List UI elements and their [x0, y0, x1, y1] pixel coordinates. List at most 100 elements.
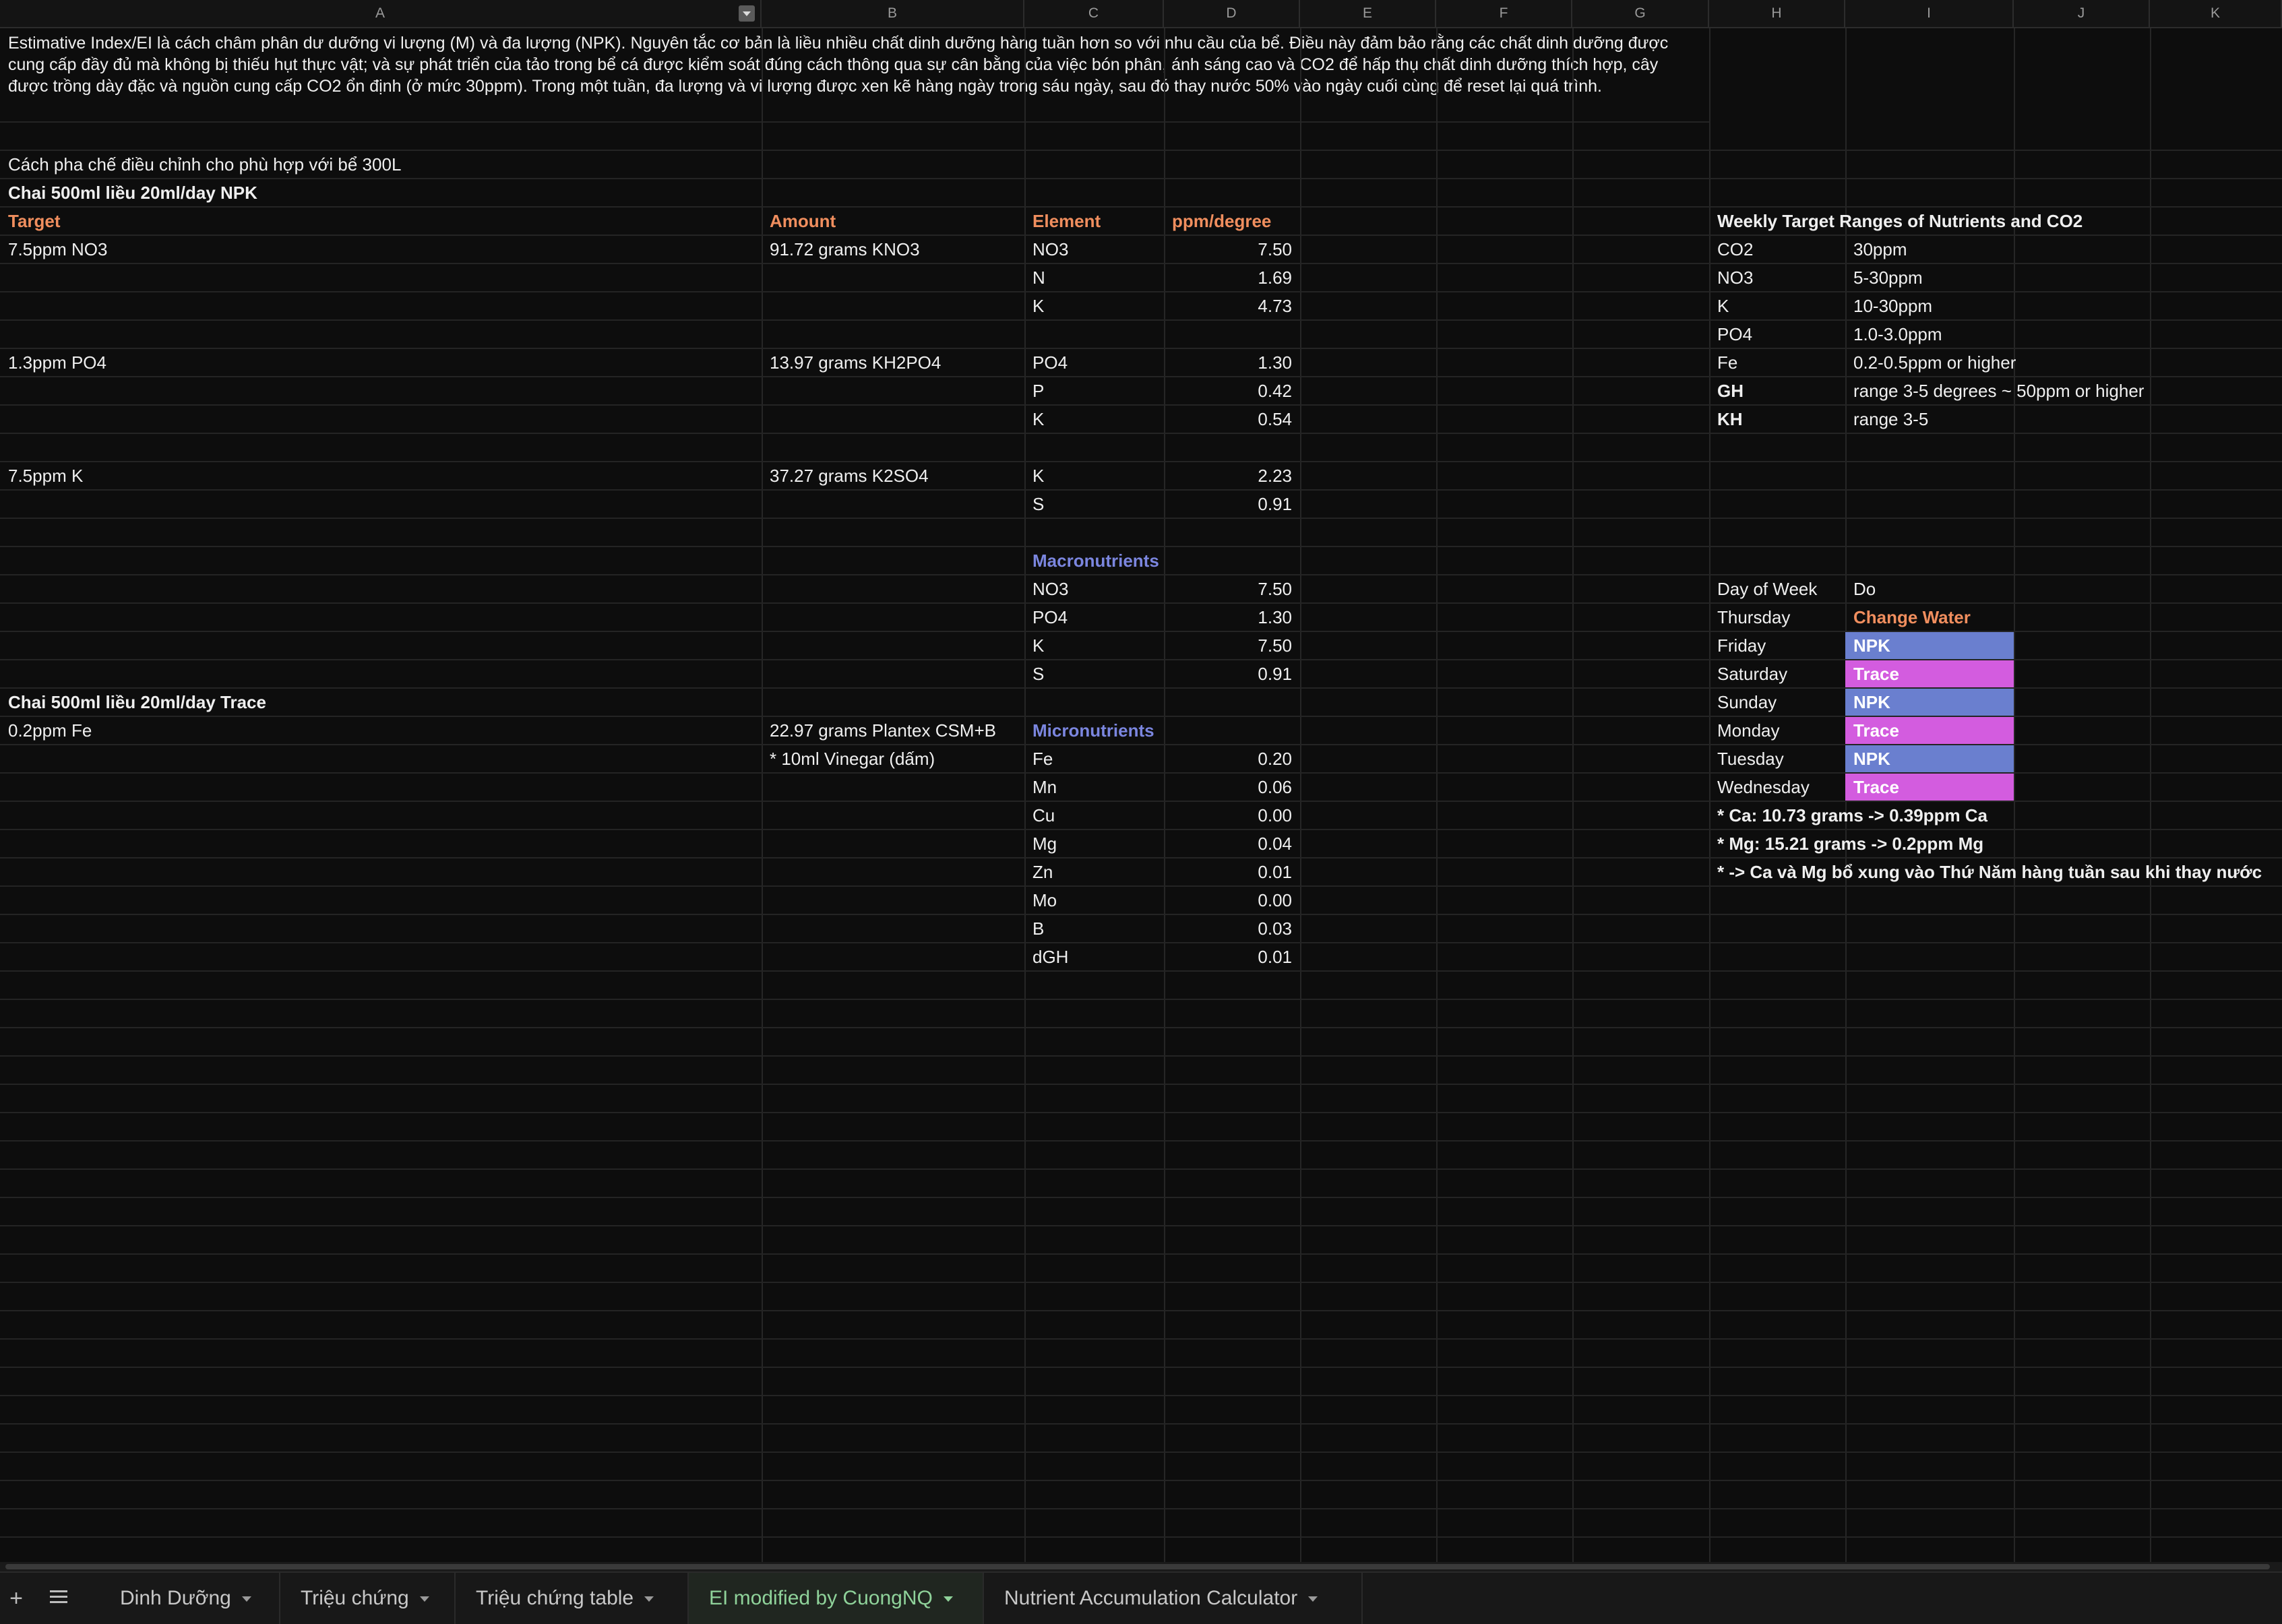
cell[interactable] [0, 123, 762, 150]
chevron-down-icon[interactable] [419, 1596, 429, 1602]
header-target[interactable]: Target [0, 208, 762, 235]
schedule-day[interactable]: Friday [1709, 632, 1845, 659]
element-name[interactable]: K [1024, 462, 1164, 489]
micro-element-name[interactable]: Mo [1024, 887, 1164, 914]
element-name[interactable]: PO4 [1024, 349, 1164, 376]
micro-element-value[interactable]: 0.00 [1164, 887, 1300, 914]
weekly-target-value[interactable]: 30ppm [1845, 236, 2150, 263]
target-po4[interactable]: 1.3ppm PO4 [0, 349, 762, 376]
column-header-h[interactable]: H [1709, 0, 1845, 27]
element-value[interactable]: 2.23 [1164, 462, 1300, 489]
micro-element-name[interactable]: Zn [1024, 858, 1164, 885]
weekly-target-key[interactable]: PO4 [1709, 321, 1845, 348]
micro-element-value[interactable]: 0.01 [1164, 858, 1300, 885]
schedule-day[interactable]: Monday [1709, 717, 1845, 744]
schedule-header-day[interactable]: Day of Week [1709, 575, 1845, 602]
column-header-k[interactable]: K [2150, 0, 2282, 27]
macro-element-name[interactable]: S [1024, 660, 1164, 687]
element-value[interactable]: 4.73 [1164, 292, 1300, 319]
weekly-target-value[interactable]: 1.0-3.0ppm [1845, 321, 2150, 348]
weekly-target-key[interactable]: NO3 [1709, 264, 1845, 291]
micro-element-value[interactable]: 0.04 [1164, 830, 1300, 857]
weekly-target-value[interactable]: range 3-5 [1845, 406, 2150, 433]
element-value[interactable]: 0.42 [1164, 377, 1300, 404]
macro-element-name[interactable]: NO3 [1024, 575, 1164, 602]
weekly-targets-title[interactable]: Weekly Target Ranges of Nutrients and CO… [1709, 208, 2150, 235]
chevron-down-icon[interactable] [241, 1596, 251, 1602]
schedule-action[interactable]: Trace [1845, 774, 2014, 801]
amount-kno3[interactable]: 91.72 grams KNO3 [762, 236, 1024, 263]
macro-element-name[interactable]: K [1024, 632, 1164, 659]
macronutrients-label[interactable]: Macronutrients [1024, 547, 1300, 574]
element-value[interactable]: 1.69 [1164, 264, 1300, 291]
chevron-down-icon[interactable] [943, 1596, 953, 1602]
schedule-action[interactable]: Trace [1845, 717, 2014, 744]
micro-element-name[interactable]: Cu [1024, 802, 1164, 829]
schedule-action[interactable]: NPK [1845, 745, 2014, 772]
column-header-d[interactable]: D [1164, 0, 1300, 27]
macro-element-name[interactable]: PO4 [1024, 604, 1164, 631]
npk-bottle-header[interactable]: Chai 500ml liều 20ml/day NPK [0, 179, 1024, 206]
element-name[interactable]: P [1024, 377, 1164, 404]
sheet-tab[interactable]: Dinh Dưỡng [100, 1573, 280, 1624]
horizontal-scrollbar[interactable] [0, 1562, 2282, 1571]
schedule-day[interactable]: Saturday [1709, 660, 1845, 687]
header-element[interactable]: Element [1024, 208, 1164, 235]
sheet-tab[interactable]: Nutrient Accumulation Calculator [984, 1573, 1363, 1624]
header-amount[interactable]: Amount [762, 208, 1024, 235]
trace-bottle-header[interactable]: Chai 500ml liều 20ml/day Trace [0, 689, 1024, 716]
column-header-b[interactable]: B [762, 0, 1024, 27]
element-value[interactable]: 0.91 [1164, 491, 1300, 518]
schedule-day[interactable]: Wednesday [1709, 774, 1845, 801]
schedule-note[interactable]: * Mg: 15.21 grams -> 0.2ppm Mg [1709, 830, 2282, 857]
weekly-target-key[interactable]: CO2 [1709, 236, 1845, 263]
schedule-action[interactable]: NPK [1845, 689, 2014, 716]
schedule-day[interactable]: Sunday [1709, 689, 1845, 716]
schedule-action[interactable]: Change Water [1845, 604, 2014, 631]
amount-vinegar-note[interactable]: * 10ml Vinegar (dấm) [762, 745, 1024, 772]
element-value[interactable]: 7.50 [1164, 236, 1300, 263]
element-value[interactable]: 1.30 [1164, 349, 1300, 376]
column-header-g[interactable]: G [1572, 0, 1709, 27]
filter-dropdown-icon[interactable] [739, 5, 755, 22]
target-no3[interactable]: 7.5ppm NO3 [0, 236, 762, 263]
chevron-down-icon[interactable] [1308, 1596, 1318, 1602]
column-header-i[interactable]: I [1845, 0, 2014, 27]
schedule-day[interactable]: Tuesday [1709, 745, 1845, 772]
weekly-target-key[interactable]: GH [1709, 377, 1845, 404]
all-sheets-menu-icon[interactable] [50, 1590, 67, 1605]
element-value[interactable]: 0.54 [1164, 406, 1300, 433]
chevron-down-icon[interactable] [644, 1596, 654, 1602]
weekly-target-key[interactable]: KH [1709, 406, 1845, 433]
column-header-a[interactable]: A [0, 0, 762, 27]
sheet-tab[interactable]: EI modified by CuongNQ [689, 1573, 984, 1624]
macro-element-value[interactable]: 0.91 [1164, 660, 1300, 687]
sheet-tab[interactable]: Triệu chứng [280, 1573, 456, 1624]
element-name[interactable]: K [1024, 292, 1164, 319]
header-ppm[interactable]: ppm/degree [1164, 208, 1300, 235]
element-name[interactable]: S [1024, 491, 1164, 518]
macro-element-value[interactable]: 7.50 [1164, 632, 1300, 659]
macro-element-value[interactable]: 7.50 [1164, 575, 1300, 602]
element-name[interactable]: K [1024, 406, 1164, 433]
weekly-target-key[interactable]: K [1709, 292, 1845, 319]
weekly-target-value[interactable]: range 3-5 degrees ~ 50ppm or higher [1845, 377, 2150, 404]
micro-element-value[interactable]: 0.20 [1164, 745, 1300, 772]
micro-element-value[interactable]: 0.06 [1164, 774, 1300, 801]
recipe-note[interactable]: Cách pha chế điều chỉnh cho phù hợp với … [0, 151, 1024, 178]
intro-text-cell[interactable]: Estimative Index/EI là cách châm phân dư… [0, 28, 1709, 123]
sheet-tab[interactable]: Triệu chứng table [456, 1573, 689, 1624]
amount-plantex[interactable]: 22.97 grams Plantex CSM+B [762, 717, 1024, 744]
element-name[interactable]: NO3 [1024, 236, 1164, 263]
schedule-action[interactable]: NPK [1845, 632, 2014, 659]
micro-element-name[interactable]: Fe [1024, 745, 1164, 772]
schedule-note[interactable]: * Ca: 10.73 grams -> 0.39ppm Ca [1709, 802, 2282, 829]
amount-k2so4[interactable]: 37.27 grams K2SO4 [762, 462, 1024, 489]
add-sheet-icon[interactable]: + [3, 1585, 30, 1612]
micronutrients-label[interactable]: Micronutrients [1024, 717, 1300, 744]
micro-element-value[interactable]: 0.03 [1164, 915, 1300, 942]
amount-kh2po4[interactable]: 13.97 grams KH2PO4 [762, 349, 1024, 376]
micro-element-value[interactable]: 0.01 [1164, 943, 1300, 970]
schedule-day[interactable]: Thursday [1709, 604, 1845, 631]
micro-element-name[interactable]: dGH [1024, 943, 1164, 970]
